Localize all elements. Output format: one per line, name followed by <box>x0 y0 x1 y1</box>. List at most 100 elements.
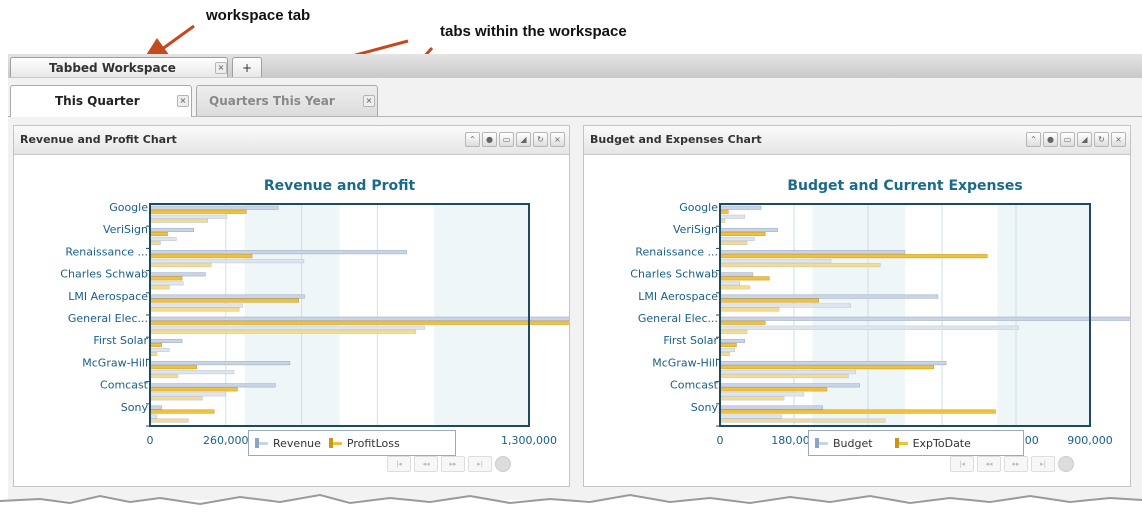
bar-budget[interactable] <box>719 316 1130 321</box>
bar-budget[interactable] <box>719 294 939 299</box>
bar-revenue[interactable] <box>149 236 177 241</box>
legend-item-profitloss[interactable]: ProfitLoss <box>328 437 400 450</box>
refresh-icon[interactable] <box>495 456 511 472</box>
bar-budget[interactable] <box>719 227 778 232</box>
bar-revenue[interactable] <box>149 405 162 410</box>
bar-profitloss[interactable] <box>149 342 162 347</box>
bar-exptodate[interactable] <box>719 365 935 370</box>
bar-revenue[interactable] <box>149 338 183 343</box>
bar-exptodate[interactable] <box>719 387 828 392</box>
bar-exptodate[interactable] <box>719 342 737 347</box>
prev-page-button[interactable]: ◂◂ <box>977 456 1001 472</box>
bar-budget[interactable] <box>719 405 824 410</box>
close-icon[interactable]: × <box>215 62 227 74</box>
close-icon[interactable]: × <box>1111 132 1126 147</box>
first-page-button[interactable]: |◂ <box>950 456 974 472</box>
bar-budget[interactable] <box>719 303 851 308</box>
bar-exptodate[interactable] <box>719 254 988 259</box>
bar-budget[interactable] <box>719 281 740 286</box>
bar-profitloss[interactable] <box>149 307 240 312</box>
bar-budget[interactable] <box>719 361 947 366</box>
bar-budget[interactable] <box>719 383 861 388</box>
bar-profitloss[interactable] <box>149 240 161 245</box>
next-page-button[interactable]: ▸▸ <box>441 456 465 472</box>
bar-budget[interactable] <box>719 325 1019 330</box>
bar-profitloss[interactable] <box>149 409 215 414</box>
bar-profitloss[interactable] <box>149 276 183 281</box>
tab-this-quarter[interactable]: This Quarter × <box>10 85 192 117</box>
bar-revenue[interactable] <box>149 227 194 232</box>
chart-type-icon[interactable]: ◢ <box>1077 132 1092 147</box>
refresh-icon[interactable] <box>1058 456 1074 472</box>
bar-budget[interactable] <box>719 259 832 264</box>
bar-exptodate[interactable] <box>719 418 886 423</box>
bar-revenue[interactable] <box>149 325 425 330</box>
bar-budget[interactable] <box>719 414 782 419</box>
bar-profitloss[interactable] <box>149 254 253 259</box>
chart-type-icon[interactable]: ◢ <box>516 132 531 147</box>
legend-item-budget[interactable]: Budget <box>815 437 873 450</box>
settings-icon[interactable]: ● <box>1043 132 1058 147</box>
collapse-icon[interactable]: ⌃ <box>1026 132 1041 147</box>
bar-profitloss[interactable] <box>149 351 158 356</box>
bar-revenue[interactable] <box>149 272 206 277</box>
bar-budget[interactable] <box>719 205 762 210</box>
bar-budget[interactable] <box>719 347 736 352</box>
bar-budget[interactable] <box>719 214 745 219</box>
collapse-icon[interactable]: ⌃ <box>465 132 480 147</box>
workspace-tab-tabbed-workspace[interactable]: Tabbed Workspace × <box>10 57 228 77</box>
bar-exptodate[interactable] <box>719 374 849 379</box>
bar-revenue[interactable] <box>149 303 243 308</box>
next-page-button[interactable]: ▸▸ <box>1004 456 1028 472</box>
bar-exptodate[interactable] <box>719 276 770 281</box>
bar-budget[interactable] <box>719 272 754 277</box>
first-page-button[interactable]: |◂ <box>387 456 411 472</box>
bar-revenue[interactable] <box>149 214 228 219</box>
bar-profitloss[interactable] <box>149 418 189 423</box>
bar-revenue[interactable] <box>149 281 184 286</box>
bar-profitloss[interactable] <box>149 298 299 303</box>
bar-exptodate[interactable] <box>719 285 750 290</box>
bar-revenue[interactable] <box>149 383 276 388</box>
add-workspace-tab-button[interactable]: + <box>232 57 262 77</box>
bar-exptodate[interactable] <box>719 231 766 236</box>
legend-item-exptodate[interactable]: ExpToDate <box>894 437 971 450</box>
bar-exptodate[interactable] <box>719 307 780 312</box>
bar-revenue[interactable] <box>149 392 226 397</box>
bar-exptodate[interactable] <box>719 320 766 325</box>
bar-profitloss[interactable] <box>149 365 197 370</box>
bar-revenue[interactable] <box>149 294 305 299</box>
bar-profitloss[interactable] <box>149 209 247 214</box>
bar-revenue[interactable] <box>149 205 279 210</box>
bar-budget[interactable] <box>719 338 745 343</box>
bar-exptodate[interactable] <box>719 396 785 401</box>
prev-page-button[interactable]: ◂◂ <box>414 456 438 472</box>
bar-profitloss[interactable] <box>149 329 417 334</box>
bar-profitloss[interactable] <box>149 387 238 392</box>
refresh-icon[interactable]: ↻ <box>533 132 548 147</box>
bar-budget[interactable] <box>719 250 906 255</box>
bar-revenue[interactable] <box>149 316 569 321</box>
close-icon[interactable]: × <box>177 95 189 107</box>
bar-profitloss[interactable] <box>149 285 170 290</box>
settings-icon[interactable]: ● <box>482 132 497 147</box>
bar-profitloss[interactable] <box>149 396 203 401</box>
last-page-button[interactable]: ▸| <box>468 456 492 472</box>
bar-exptodate[interactable] <box>719 209 729 214</box>
bar-revenue[interactable] <box>149 347 170 352</box>
bar-profitloss[interactable] <box>149 218 208 223</box>
close-icon[interactable]: × <box>363 95 375 107</box>
bar-exptodate[interactable] <box>719 329 748 334</box>
bar-revenue[interactable] <box>149 250 407 255</box>
legend-item-revenue[interactable]: Revenue <box>255 437 321 450</box>
last-page-button[interactable]: ▸| <box>1031 456 1055 472</box>
bar-profitloss[interactable] <box>149 374 179 379</box>
bar-revenue[interactable] <box>149 259 305 264</box>
bar-exptodate[interactable] <box>719 351 731 356</box>
bar-revenue[interactable] <box>149 361 291 366</box>
bar-exptodate[interactable] <box>719 263 881 268</box>
bar-revenue[interactable] <box>149 370 235 375</box>
bar-budget[interactable] <box>719 392 805 397</box>
bar-budget[interactable] <box>719 370 856 375</box>
bar-budget[interactable] <box>719 236 755 241</box>
